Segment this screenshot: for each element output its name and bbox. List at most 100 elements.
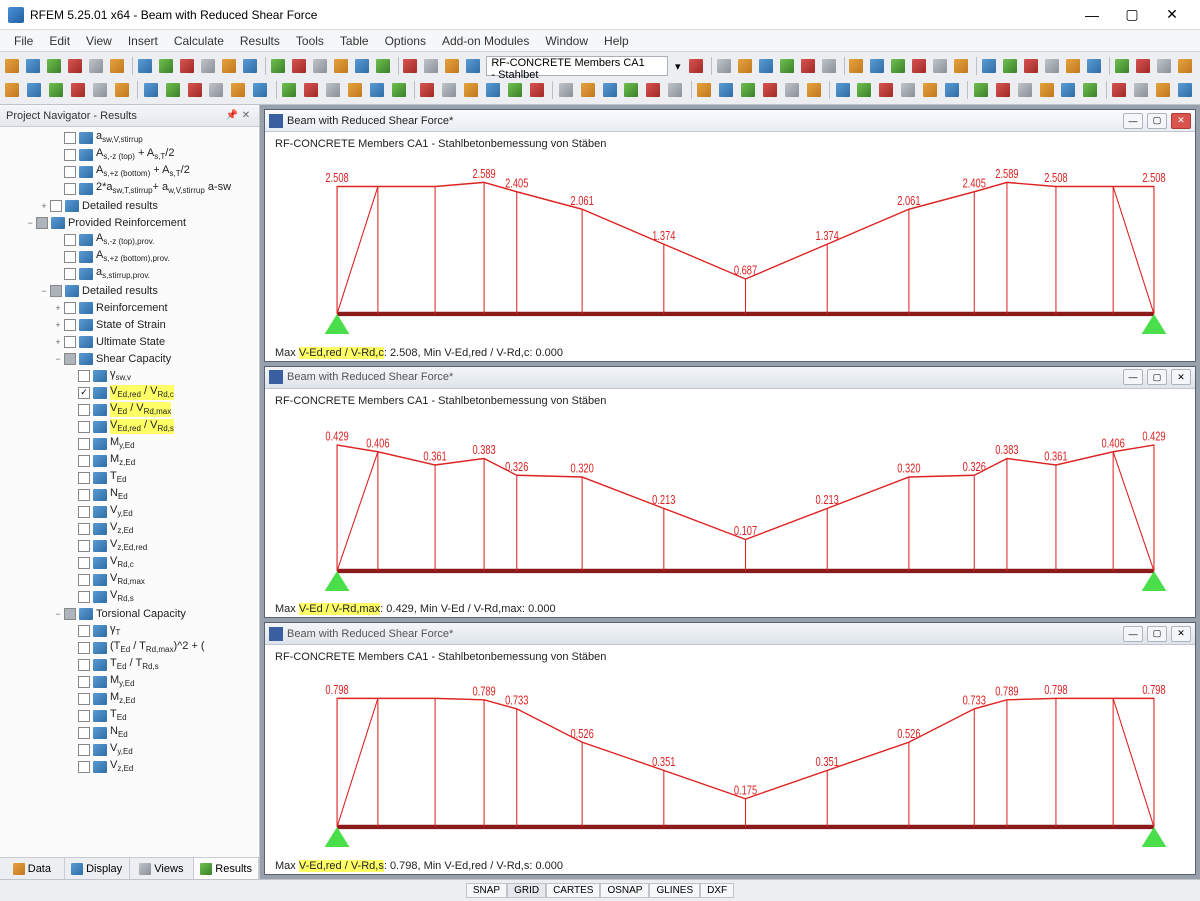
toolbar-button[interactable] <box>528 80 548 100</box>
toolbar-button[interactable] <box>465 56 484 76</box>
view-minimize-button[interactable]: — <box>1123 626 1143 642</box>
status-glines[interactable]: GLINES <box>649 883 700 898</box>
tree-checkbox[interactable] <box>78 523 90 535</box>
tree-item[interactable]: TEd / TRd,s <box>0 656 259 673</box>
tree-item[interactable]: as,stirrup,prov. <box>0 265 259 282</box>
maximize-button[interactable]: ▢ <box>1112 1 1152 29</box>
toolbar-button[interactable] <box>1023 56 1042 76</box>
status-snap[interactable]: SNAP <box>466 883 507 898</box>
tree-toggle-icon[interactable]: − <box>24 218 36 228</box>
tree-checkbox[interactable] <box>78 642 90 654</box>
tree-checkbox[interactable] <box>64 183 76 195</box>
tree-item[interactable]: (TEd / TRd,max)^2 + ( <box>0 639 259 656</box>
tree-item[interactable]: VRd,s <box>0 588 259 605</box>
toolbar-button[interactable] <box>46 56 65 76</box>
tree-checkbox[interactable] <box>78 489 90 501</box>
toolbar-button[interactable] <box>200 56 219 76</box>
tree-item[interactable]: TEd <box>0 707 259 724</box>
toolbar-button[interactable] <box>953 56 972 76</box>
view-close-button[interactable]: ✕ <box>1171 113 1191 129</box>
tree-toggle-icon[interactable]: − <box>38 286 50 296</box>
toolbar-button[interactable] <box>1133 80 1153 100</box>
toolbar-button[interactable] <box>1177 56 1196 76</box>
toolbar-button[interactable] <box>779 56 798 76</box>
tree-checkbox[interactable] <box>78 659 90 671</box>
tree-checkbox[interactable] <box>64 608 76 620</box>
tree-checkbox[interactable] <box>50 285 62 297</box>
tree-item[interactable]: Vz,Ed,red <box>0 537 259 554</box>
view-minimize-button[interactable]: — <box>1123 369 1143 385</box>
toolbar-button[interactable] <box>164 80 184 100</box>
tree-checkbox[interactable] <box>78 540 90 552</box>
toolbar-button[interactable] <box>221 56 240 76</box>
tree-item[interactable]: +State of Strain <box>0 316 259 333</box>
toolbar-button[interactable] <box>1156 56 1175 76</box>
toolbar-button[interactable] <box>922 80 942 100</box>
toolbar-button[interactable] <box>900 80 920 100</box>
toolbar-button[interactable] <box>1176 80 1196 100</box>
tree-checkbox[interactable] <box>78 625 90 637</box>
toolbar-button[interactable] <box>848 56 867 76</box>
toolbar-button[interactable] <box>179 56 198 76</box>
tree-checkbox[interactable] <box>64 166 76 178</box>
tree-checkbox[interactable] <box>78 693 90 705</box>
toolbar-button[interactable] <box>4 80 24 100</box>
tree-item[interactable]: Vz,Ed <box>0 758 259 775</box>
toolbar-button[interactable] <box>994 80 1014 100</box>
toolbar-button[interactable] <box>25 56 44 76</box>
tree-checkbox[interactable] <box>64 132 76 144</box>
tree-checkbox[interactable] <box>78 761 90 773</box>
toolbar-button[interactable] <box>856 80 876 100</box>
toolbar-button[interactable] <box>623 80 643 100</box>
status-cartes[interactable]: CARTES <box>546 883 600 898</box>
close-button[interactable]: ✕ <box>1152 1 1192 29</box>
tree-item[interactable]: +Detailed results <box>0 197 259 214</box>
tree-item[interactable]: γT <box>0 622 259 639</box>
tree-checkbox[interactable] <box>78 557 90 569</box>
tree-checkbox[interactable] <box>78 574 90 586</box>
toolbar-button[interactable] <box>463 80 483 100</box>
toolbar-button[interactable] <box>1038 80 1058 100</box>
tree-item[interactable]: VEd,red / VRd,s <box>0 418 259 435</box>
tree-toggle-icon[interactable]: − <box>52 354 64 364</box>
tree-checkbox[interactable] <box>36 217 48 229</box>
tree-item[interactable]: My,Ed <box>0 435 259 452</box>
toolbar-button[interactable] <box>441 80 461 100</box>
status-osnap[interactable]: OSNAP <box>600 883 649 898</box>
toolbar-button[interactable] <box>67 56 86 76</box>
toolbar-button[interactable] <box>419 80 439 100</box>
tree-toggle-icon[interactable]: + <box>52 320 64 330</box>
tree-checkbox[interactable] <box>64 353 76 365</box>
toolbar-button[interactable] <box>878 80 898 100</box>
nav-tab-results[interactable]: Results <box>194 858 259 879</box>
toolbar-button[interactable] <box>375 56 394 76</box>
toolbar-button[interactable] <box>346 80 366 100</box>
toolbar-button[interactable] <box>1060 80 1080 100</box>
menu-help[interactable]: Help <box>596 32 637 50</box>
toolbar-button[interactable] <box>1002 56 1021 76</box>
toolbar-button[interactable] <box>113 80 133 100</box>
tree-checkbox[interactable] <box>64 149 76 161</box>
view-close-button[interactable]: ✕ <box>1171 626 1191 642</box>
toolbar-button[interactable] <box>137 56 156 76</box>
toolbar-button[interactable] <box>783 80 803 100</box>
tree-item[interactable]: My,Ed <box>0 673 259 690</box>
tree-checkbox[interactable] <box>78 506 90 518</box>
toolbar-button[interactable] <box>869 56 888 76</box>
toolbar-button[interactable] <box>944 80 964 100</box>
navigator-tree[interactable]: asw,V,stirrupAs,-z (top) + As,T/2As,+z (… <box>0 127 259 857</box>
toolbar-button[interactable] <box>158 56 177 76</box>
tree-item[interactable]: −Torsional Capacity <box>0 605 259 622</box>
toolbar-button[interactable] <box>1044 56 1063 76</box>
menu-view[interactable]: View <box>78 32 120 50</box>
close-navigator-icon[interactable]: ✕ <box>239 110 253 121</box>
toolbar-button[interactable] <box>645 80 665 100</box>
minimize-button[interactable]: — <box>1072 1 1112 29</box>
tree-checkbox[interactable] <box>78 387 90 399</box>
toolbar-button[interactable] <box>972 80 992 100</box>
menu-edit[interactable]: Edit <box>41 32 78 50</box>
toolbar-button[interactable] <box>324 80 344 100</box>
tree-item[interactable]: As,-z (top),prov. <box>0 231 259 248</box>
tree-item[interactable]: −Shear Capacity <box>0 350 259 367</box>
pin-icon[interactable]: 📌 <box>225 110 239 121</box>
